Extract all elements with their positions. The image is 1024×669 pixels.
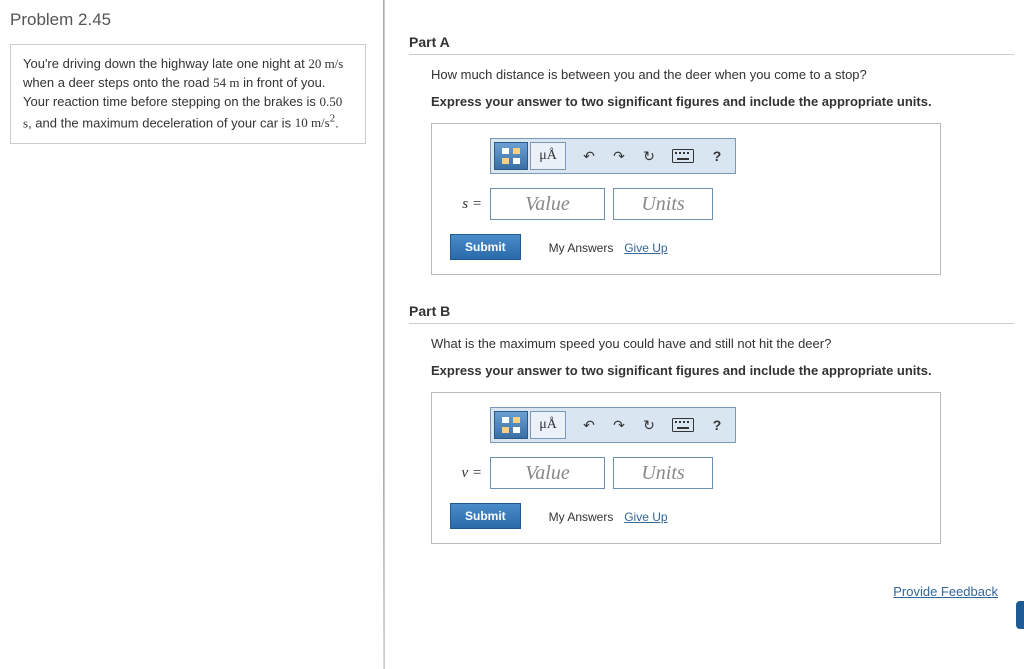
part-b: Part B What is the maximum speed you cou… <box>409 303 1014 544</box>
part-a-answer-box: μÅ ↶ ↷ ↻ ? s = Value Units <box>431 123 941 275</box>
problem-title: Problem 2.45 <box>10 10 366 30</box>
units-button[interactable]: μÅ <box>530 411 566 439</box>
part-b-my-answers: My Answers <box>549 510 614 524</box>
redo-icon[interactable]: ↷ <box>604 142 634 170</box>
problem-statement: You're driving down the highway late one… <box>10 44 366 144</box>
template-icon[interactable] <box>494 411 528 439</box>
part-b-answer-box: μÅ ↶ ↷ ↻ ? v = Value Units <box>431 392 941 544</box>
part-b-question: What is the maximum speed you could have… <box>431 336 1014 351</box>
side-tab[interactable] <box>1016 601 1024 629</box>
part-a: Part A How much distance is between you … <box>409 34 1014 275</box>
part-a-submit-button[interactable]: Submit <box>450 234 521 260</box>
part-a-units-input[interactable]: Units <box>613 188 713 220</box>
formatting-toolbar: μÅ ↶ ↷ ↻ ? <box>490 407 736 443</box>
part-a-question: How much distance is between you and the… <box>431 67 1014 82</box>
provide-feedback-link[interactable]: Provide Feedback <box>893 584 998 599</box>
part-b-instruction: Express your answer to two significant f… <box>431 363 1014 378</box>
help-icon[interactable]: ? <box>702 411 732 439</box>
answer-panel: Part A How much distance is between you … <box>385 0 1024 669</box>
undo-icon[interactable]: ↶ <box>574 142 604 170</box>
help-icon[interactable]: ? <box>702 142 732 170</box>
reset-icon[interactable]: ↻ <box>634 411 664 439</box>
part-a-my-answers: My Answers <box>549 241 614 255</box>
reset-icon[interactable]: ↻ <box>634 142 664 170</box>
part-b-units-input[interactable]: Units <box>613 457 713 489</box>
part-a-variable-label: s = <box>452 196 482 213</box>
problem-panel: Problem 2.45 You're driving down the hig… <box>0 0 385 669</box>
keyboard-icon[interactable] <box>664 142 702 170</box>
template-icon[interactable] <box>494 142 528 170</box>
keyboard-icon[interactable] <box>664 411 702 439</box>
formatting-toolbar: μÅ ↶ ↷ ↻ ? <box>490 138 736 174</box>
part-b-variable-label: v = <box>452 465 482 482</box>
part-b-give-up-link[interactable]: Give Up <box>624 510 667 524</box>
part-a-give-up-link[interactable]: Give Up <box>624 241 667 255</box>
part-b-value-input[interactable]: Value <box>490 457 605 489</box>
units-button[interactable]: μÅ <box>530 142 566 170</box>
part-b-submit-button[interactable]: Submit <box>450 503 521 529</box>
redo-icon[interactable]: ↷ <box>604 411 634 439</box>
undo-icon[interactable]: ↶ <box>574 411 604 439</box>
part-b-title: Part B <box>409 303 1014 324</box>
part-a-value-input[interactable]: Value <box>490 188 605 220</box>
part-a-title: Part A <box>409 34 1014 55</box>
part-a-instruction: Express your answer to two significant f… <box>431 94 1014 109</box>
